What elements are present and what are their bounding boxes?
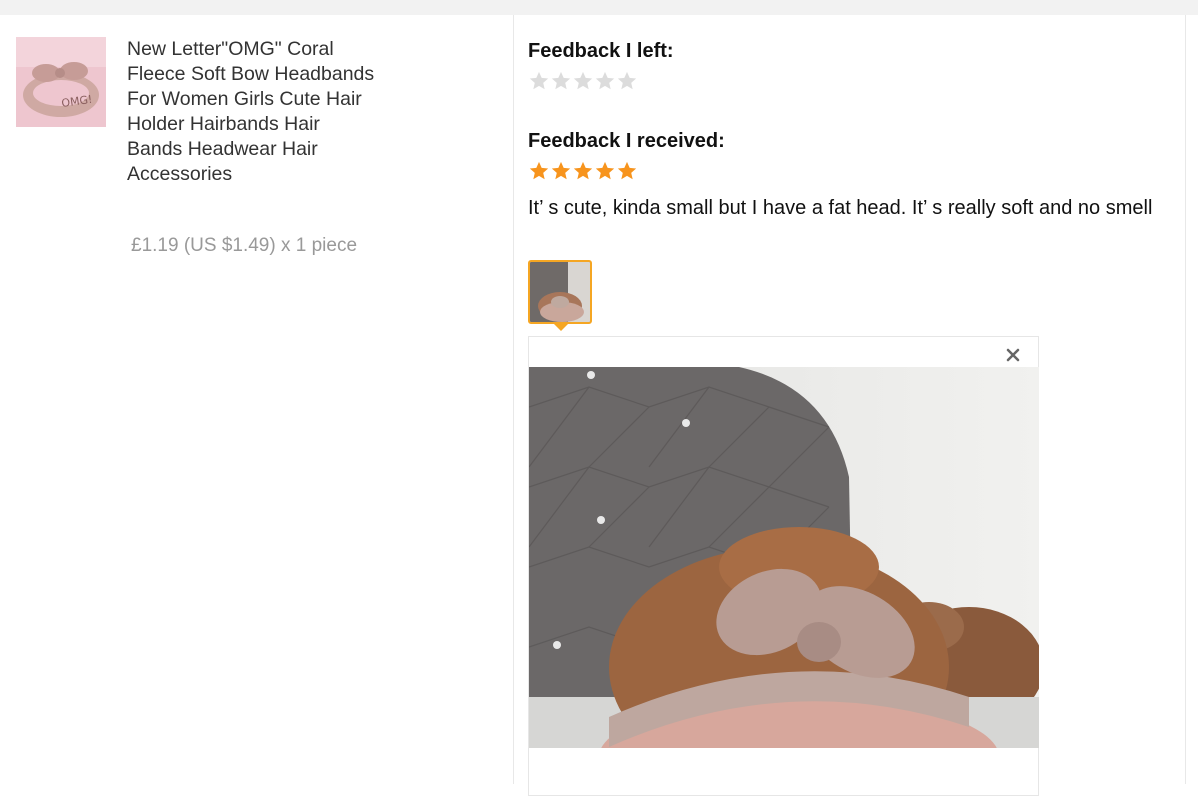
star-filled-icon [595,161,615,180]
star-empty-icon[interactable] [616,70,638,92]
column-divider [513,15,514,784]
star-filled-icon [573,161,593,180]
thumbnail-pointer [552,322,570,331]
review-photo-large [529,367,1039,748]
star-filled-icon [529,161,549,180]
right-edge-divider [1185,15,1186,784]
top-bar [0,0,1198,15]
star-empty-icon[interactable] [572,70,594,92]
product-title[interactable]: New Letter"OMG" Coral Fleece Soft Bow He… [127,37,377,187]
feedback-received-stars [528,160,638,182]
star-filled-icon [551,161,571,180]
feedback-left-heading: Feedback I left: [528,40,674,62]
star-empty-icon[interactable] [550,70,572,92]
review-photo-image-icon [529,367,1039,748]
product-thumbnail[interactable]: OMG! [16,37,106,127]
review-photo-icon [530,262,590,322]
feedback-received-heading: Feedback I received: [528,130,725,152]
review-photo-thumbnail[interactable] [528,260,592,324]
feedback-comment: It’ s cute, kinda small but I have a fat… [528,197,1153,219]
close-icon[interactable] [1002,344,1024,366]
star-filled-icon [617,161,637,180]
product-price: £1.19 (US $1.49) x 1 piece [131,235,358,256]
headband-photo-icon: OMG! [16,37,106,127]
star-empty-icon[interactable] [528,70,550,92]
star-empty-icon[interactable] [594,70,616,92]
feedback-left-stars[interactable] [528,70,638,92]
